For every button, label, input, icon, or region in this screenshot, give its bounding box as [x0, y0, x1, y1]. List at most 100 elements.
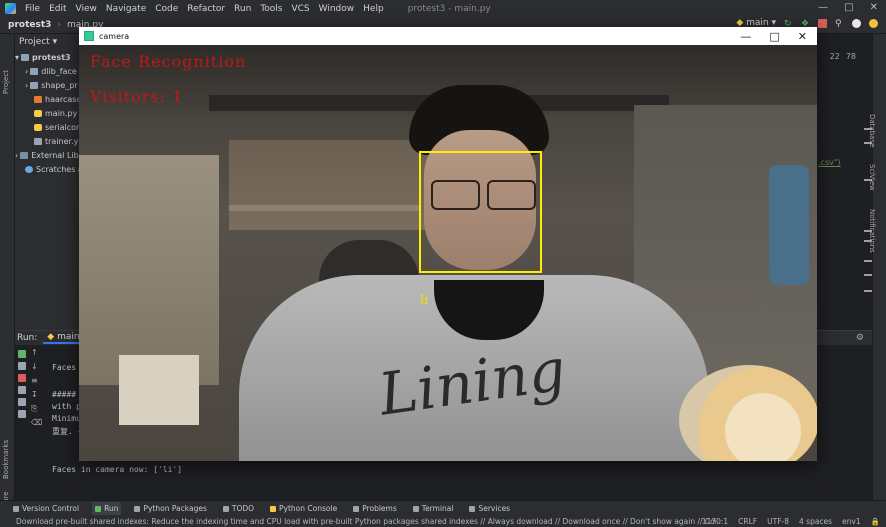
file-encoding[interactable]: UTF-8 [767, 517, 789, 526]
python-icon: ◆ [47, 332, 55, 342]
close-icon[interactable]: ✕ [870, 2, 878, 13]
indent-setting[interactable]: 4 spaces [799, 517, 832, 526]
arrow-down-icon[interactable]: ↓ [31, 360, 41, 374]
menu-window[interactable]: Window [319, 4, 355, 14]
tree-item-haarcascade[interactable]: haarcasca [15, 92, 79, 106]
menu-run[interactable]: Run [234, 4, 251, 14]
menu-vcs[interactable]: VCS [291, 4, 309, 14]
menu-edit[interactable]: Edit [49, 4, 66, 14]
run-label: Run: [17, 333, 38, 343]
menu-navigate[interactable]: Navigate [106, 4, 146, 14]
soft-wrap-icon[interactable]: ≡ [31, 374, 41, 388]
tree-item-scratches[interactable]: Scratches an [15, 162, 79, 176]
console-icon [270, 505, 277, 512]
settings-icon[interactable] [852, 18, 861, 28]
line-separator[interactable]: CRLF [738, 517, 757, 526]
ide-window-controls: — □ ✕ [818, 2, 878, 13]
project-tool-label[interactable]: Project [2, 70, 10, 94]
maximize-icon[interactable]: □ [769, 30, 779, 43]
tw-problems[interactable]: Problems [350, 502, 400, 515]
trash-icon[interactable]: ⌫ [31, 416, 42, 430]
tree-item-serialcon[interactable]: serialcon [15, 120, 79, 134]
notifications-tool-label[interactable]: Notifications [868, 209, 876, 253]
project-panel-header[interactable]: Project ▾ [15, 34, 79, 50]
warning-count: 22 [829, 52, 840, 61]
inspection-counters[interactable]: 22 78 [830, 52, 856, 61]
vcs-icon [13, 505, 19, 512]
breadcrumb-project[interactable]: protest3 [8, 20, 51, 30]
menu-tools[interactable]: Tools [260, 4, 282, 14]
todo-icon [222, 505, 229, 512]
wrench-icon[interactable] [18, 362, 26, 370]
menu-help[interactable]: Help [363, 4, 384, 14]
status-message[interactable]: Download pre-built shared indexes: Reduc… [16, 517, 716, 526]
tw-label: TODO [231, 504, 255, 513]
camera-feed: Lining Face Recognition Visitors: 1 li [79, 45, 817, 461]
tree-item-dlib-face[interactable]: › dlib_face [15, 64, 79, 78]
database-tool-label[interactable]: Database [868, 114, 876, 147]
pycharm-logo-icon [5, 3, 16, 14]
tree-item-main-py[interactable]: main.py [15, 106, 79, 120]
tw-python-packages[interactable]: Python Packages [131, 502, 209, 515]
tw-python-console[interactable]: Python Console [267, 502, 340, 515]
console-line: Minimu [52, 414, 81, 423]
pin-icon[interactable] [18, 398, 26, 406]
settings-gear-icon[interactable]: ⚙ [856, 333, 864, 343]
shelf-area [229, 140, 429, 230]
python-interpreter[interactable]: env1 [842, 517, 861, 526]
run-scroll-toolbar: ↑ ↓ ≡ ↧ ⎘ ⌫ [31, 346, 42, 430]
search-icon[interactable]: ⚲ [835, 19, 844, 29]
caret-position[interactable]: 1170:1 [702, 517, 728, 526]
plugin-icon[interactable] [869, 18, 878, 28]
tw-label: Python Console [279, 504, 338, 513]
menu-code[interactable]: Code [155, 4, 178, 14]
print-icon[interactable]: ⎘ [31, 402, 41, 416]
menu-refactor[interactable]: Refactor [187, 4, 225, 14]
close-icon[interactable]: ✕ [798, 30, 807, 43]
lock-icon[interactable]: 🔒 [871, 517, 880, 526]
xml-file-icon [34, 95, 42, 103]
tw-terminal[interactable]: Terminal [410, 502, 457, 515]
arrow-up-icon[interactable]: ↑ [31, 346, 41, 360]
tw-label: Run [104, 504, 119, 513]
tool-window-bar: Version Control Run Python Packages TODO… [0, 500, 886, 516]
folder-icon [30, 81, 39, 89]
tree-item-external-libraries[interactable]: › External Libr [15, 148, 79, 162]
menu-file[interactable]: File [25, 4, 40, 14]
scroll-end-icon[interactable]: ↧ [31, 388, 41, 402]
shelf-board [229, 205, 419, 211]
minimize-icon[interactable]: — [818, 2, 828, 13]
face-name-label: li [420, 293, 429, 308]
overlay-title: Face Recognition [90, 52, 247, 71]
more-icon[interactable] [18, 410, 26, 418]
stop-icon[interactable] [818, 18, 827, 28]
rerun-icon[interactable] [18, 350, 26, 358]
menu-view[interactable]: View [76, 4, 97, 14]
chevron-right-icon: › [15, 150, 19, 160]
tree-item-label: haarcasca [45, 94, 79, 104]
weak-warning-count: 78 [845, 52, 856, 61]
tree-item-shape-pr[interactable]: › shape_pr [15, 78, 79, 92]
camera-window-titlebar[interactable]: camera [79, 27, 817, 45]
minimize-icon[interactable]: — [740, 30, 751, 43]
left-tool-strip: Project Bookmarks Structure [0, 34, 15, 524]
tw-run[interactable]: Run [92, 502, 122, 515]
bookmarks-tool-label[interactable]: Bookmarks [2, 440, 10, 479]
maximize-icon[interactable]: □ [844, 2, 853, 13]
tw-services[interactable]: Services [466, 502, 513, 515]
tree-item-label: main.py [45, 108, 78, 118]
tw-todo[interactable]: TODO [220, 502, 257, 515]
tw-label: Python Packages [143, 504, 207, 513]
camera-window-controls: — □ ✕ [740, 30, 807, 43]
stop-icon[interactable] [18, 374, 26, 382]
breadcrumb-separator-icon: › [57, 20, 62, 30]
tree-item-trainer[interactable]: trainer.yn [15, 134, 79, 148]
problems-icon [353, 505, 360, 512]
camera-window[interactable]: camera — □ ✕ Lining Face Recognition Vis… [79, 27, 817, 461]
sciview-tool-label[interactable]: SciView [868, 164, 876, 191]
layout-icon[interactable] [18, 386, 26, 394]
text-file-icon [34, 137, 42, 145]
tw-version-control[interactable]: Version Control [10, 502, 82, 515]
tree-item-protest3[interactable]: ▾ protest3 [15, 50, 79, 64]
face-detection-box [419, 151, 542, 273]
